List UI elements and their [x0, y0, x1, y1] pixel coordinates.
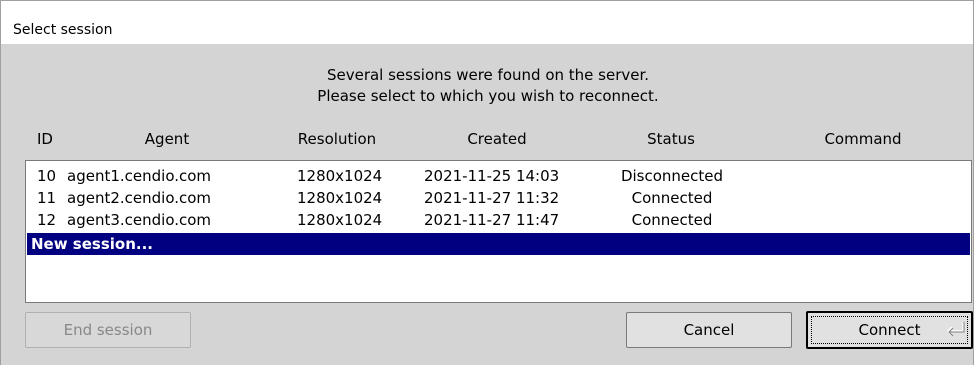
session-list[interactable]: 10 agent1.cendio.com 1280x1024 2021-11-2…: [25, 160, 972, 303]
session-created: 2021-11-27 11:32: [424, 189, 560, 207]
column-header-status: Status: [647, 130, 695, 148]
session-resolution: 1280x1024: [297, 211, 383, 229]
window-title: Select session: [13, 22, 113, 38]
dialog-body: Several sessions were found on the serve…: [0, 44, 974, 365]
column-header-resolution: Resolution: [297, 130, 377, 148]
session-created: 2021-11-27 11:47: [424, 211, 560, 229]
session-row[interactable]: 11 agent2.cendio.com 1280x1024 2021-11-2…: [27, 187, 970, 209]
session-status: Connected: [631, 211, 713, 229]
session-id: 12: [37, 211, 57, 229]
session-created: 2021-11-25 14:03: [424, 167, 560, 185]
title-bar: Select session: [0, 0, 974, 44]
session-resolution: 1280x1024: [297, 189, 383, 207]
column-header-agent: Agent: [144, 130, 190, 148]
info-message: Several sessions were found on the serve…: [1, 65, 974, 107]
column-header-created: Created: [467, 130, 527, 148]
column-header-command: Command: [824, 130, 902, 148]
connect-button[interactable]: Connect: [806, 311, 973, 349]
session-status: Disconnected: [620, 167, 724, 185]
column-header-id: ID: [37, 130, 53, 148]
session-id: 11: [37, 189, 57, 207]
session-id: 10: [37, 167, 57, 185]
session-status: Connected: [631, 189, 713, 207]
message-line-1: Several sessions were found on the serve…: [326, 66, 650, 84]
message-line-2: Please select to which you wish to recon…: [317, 87, 659, 105]
new-session-label: New session...: [31, 235, 153, 253]
session-row[interactable]: 12 agent3.cendio.com 1280x1024 2021-11-2…: [27, 209, 970, 231]
session-row[interactable]: 10 agent1.cendio.com 1280x1024 2021-11-2…: [27, 165, 970, 187]
enter-key-icon: [946, 322, 965, 337]
session-agent: agent3.cendio.com: [67, 211, 212, 229]
session-resolution: 1280x1024: [297, 167, 383, 185]
end-session-button[interactable]: End session: [25, 312, 191, 348]
cancel-button[interactable]: Cancel: [626, 312, 792, 348]
session-agent: agent1.cendio.com: [67, 167, 212, 185]
new-session-row[interactable]: New session...: [27, 233, 970, 255]
session-agent: agent2.cendio.com: [67, 189, 212, 207]
